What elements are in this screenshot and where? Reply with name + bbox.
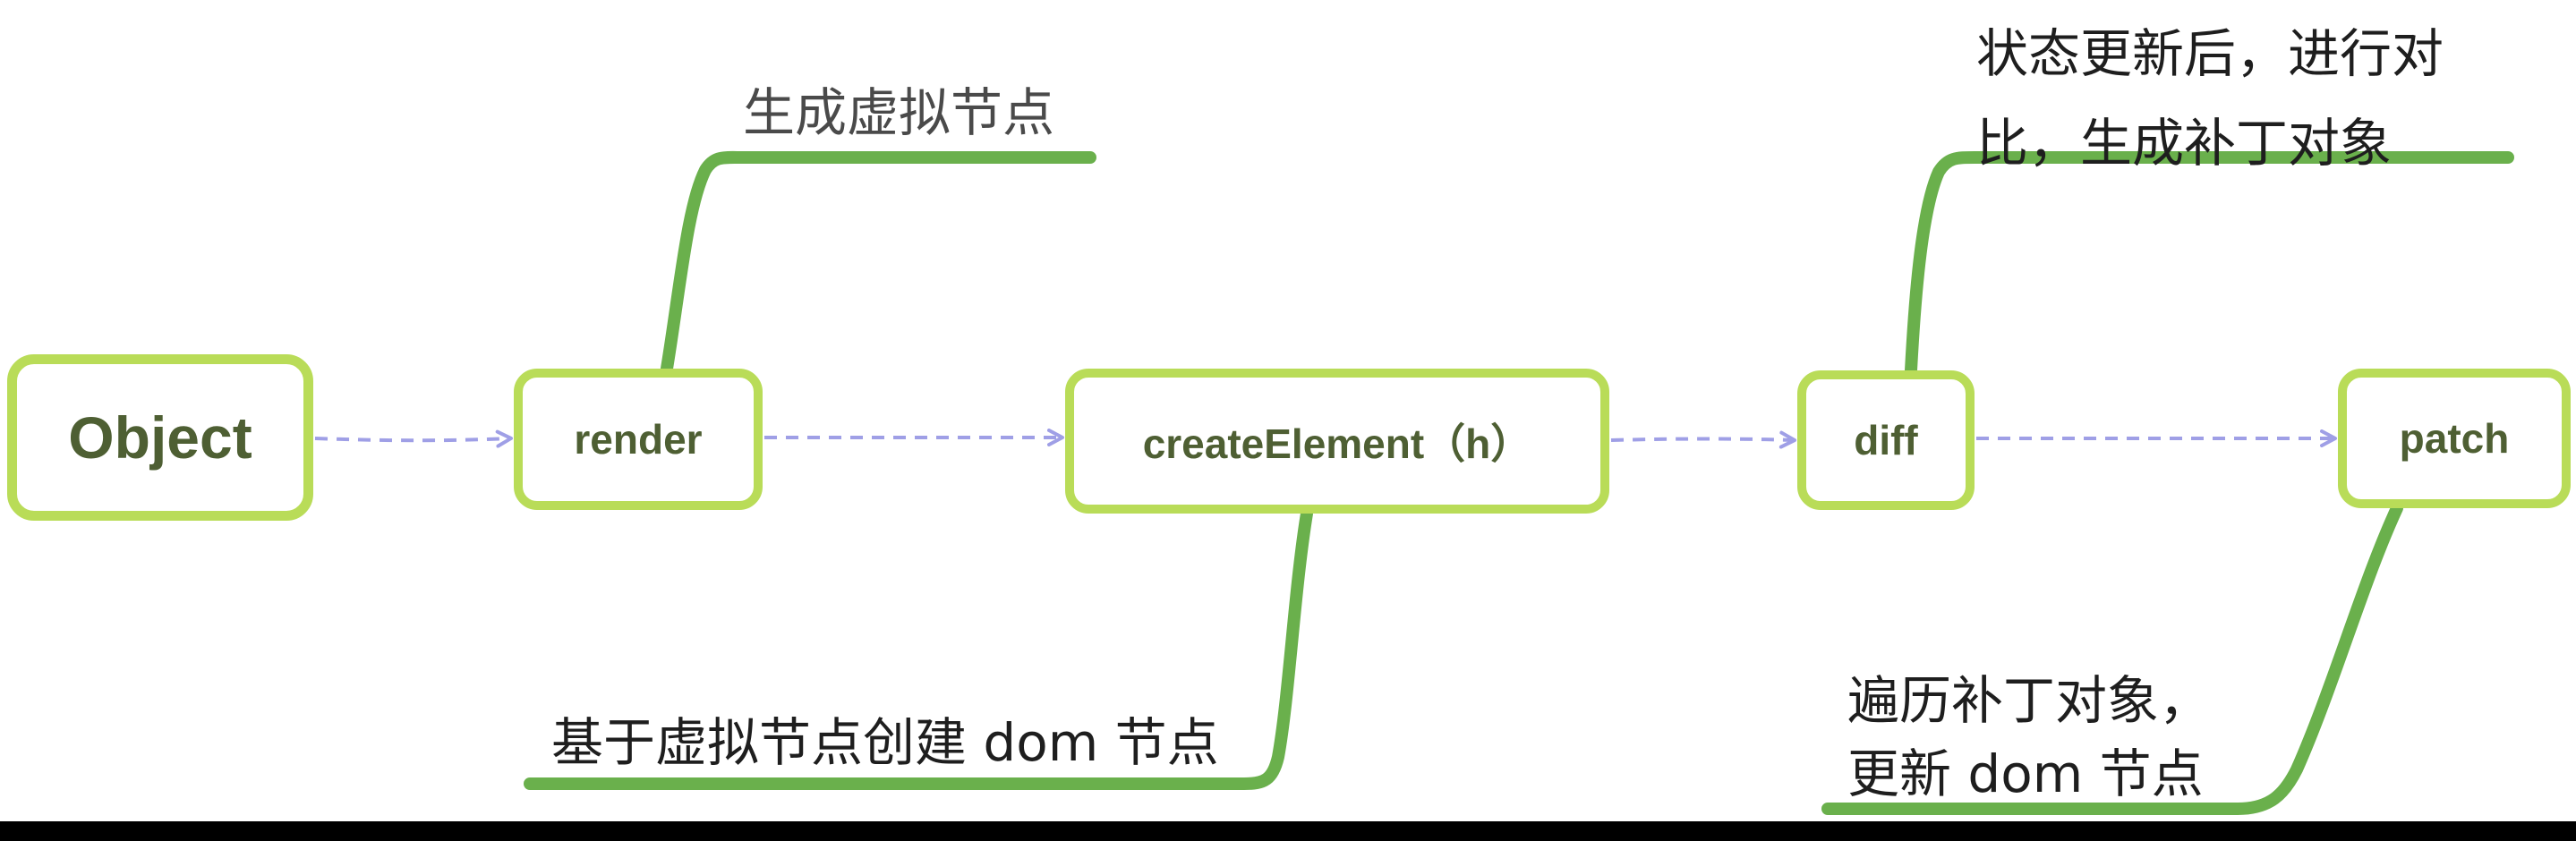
bottom-bar — [0, 821, 2576, 841]
label-create-element-note: 基于虚拟节点创建 dom 节点 — [551, 712, 1219, 773]
arrow-create-element-to-diff — [1610, 430, 1796, 449]
node-diff[interactable]: diff — [1797, 370, 1975, 510]
branch-line-render — [661, 150, 1096, 375]
label-render-note: 生成虚拟节点 — [743, 82, 1055, 143]
node-create-element-label: createElement（h） — [1142, 420, 1532, 467]
label-patch-note-line1: 遍历补丁对象， — [1847, 670, 2212, 731]
node-object-label: Object — [68, 404, 252, 471]
node-diff-label: diff — [1854, 417, 1918, 463]
label-patch-note-line2: 更新 dom 节点 — [1847, 743, 2204, 804]
node-patch[interactable]: patch — [2338, 369, 2571, 508]
label-diff-note: 状态更新后，进行对 比，生成补丁对象 — [1976, 9, 2444, 188]
branch-line-diff — [1905, 151, 2514, 377]
label-diff-note-line2: 比，生成补丁对象 — [1976, 113, 2393, 174]
flow-diagram: Object render createElement（h） diff patc… — [0, 0, 2576, 841]
node-render-label: render — [574, 416, 703, 463]
node-patch-label: patch — [2399, 415, 2510, 462]
arrow-object-to-render — [314, 429, 513, 448]
label-diff-note-line1: 状态更新后，进行对 — [1976, 23, 2444, 84]
node-render[interactable]: render — [514, 369, 763, 510]
node-create-element[interactable]: createElement（h） — [1065, 369, 1609, 514]
node-object[interactable]: Object — [7, 354, 313, 521]
label-patch-note: 遍历补丁对象， 更新 dom 节点 — [1847, 664, 2211, 811]
